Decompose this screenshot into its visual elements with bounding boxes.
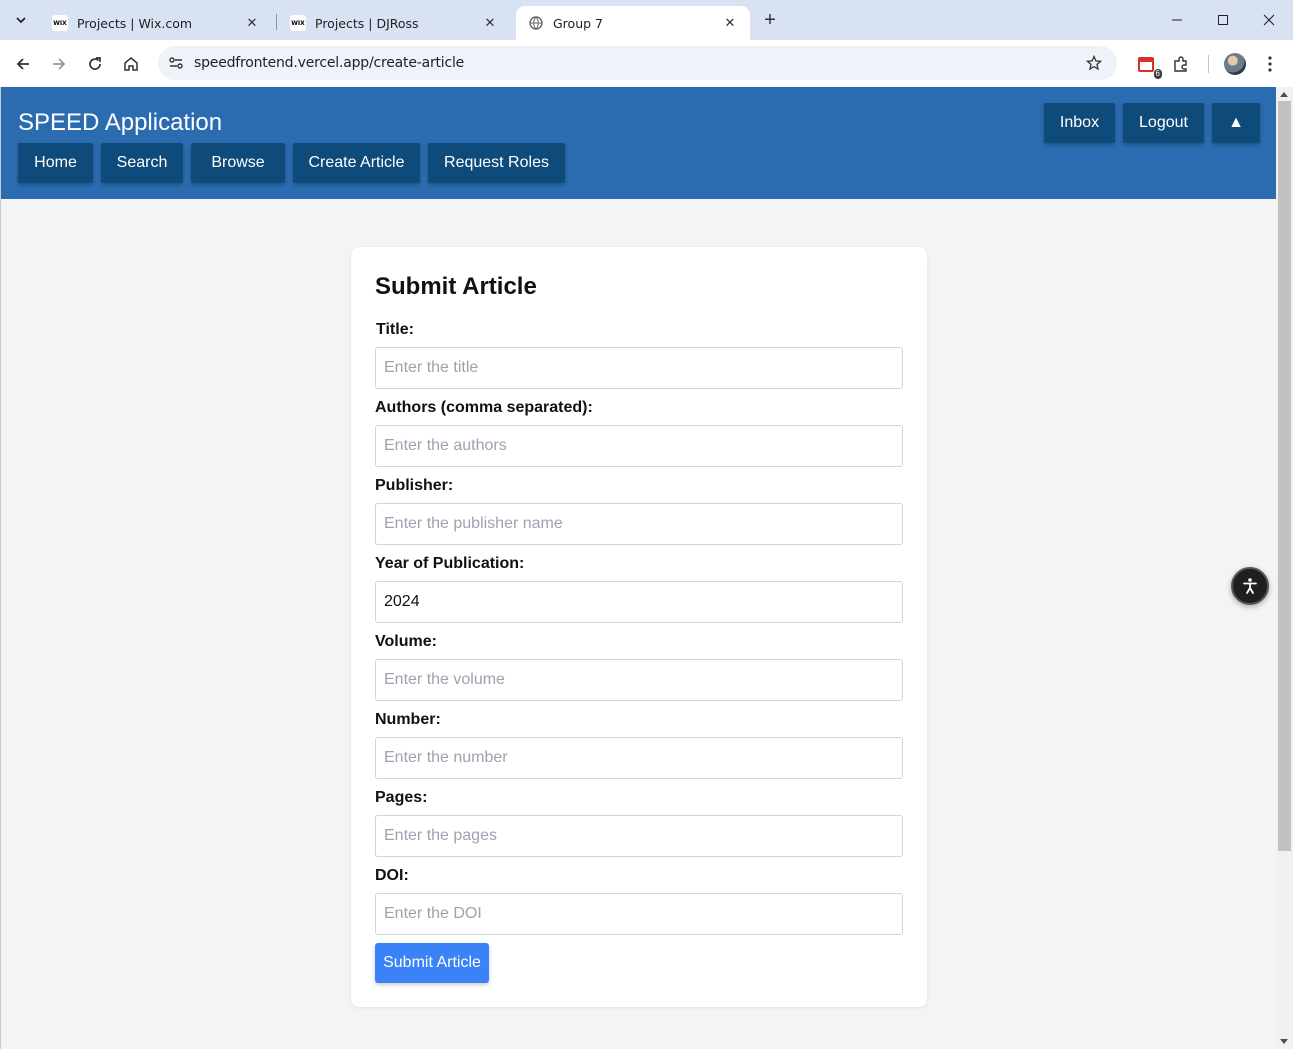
publisher-label: Publisher:: [375, 477, 454, 494]
accessibility-icon: [1243, 578, 1257, 594]
volume-label: Volume:: [375, 633, 437, 650]
chevron-down-icon: [16, 17, 26, 24]
wix-icon: WIX: [290, 15, 306, 31]
scroll-down-arrow-icon[interactable]: [1280, 1039, 1288, 1044]
tab-divider: [276, 14, 277, 30]
close-icon[interactable]: ✕: [244, 15, 260, 31]
title-input[interactable]: [375, 347, 903, 389]
year-label: Year of Publication:: [375, 555, 525, 572]
publisher-input[interactable]: [375, 503, 903, 545]
title-label: Title:: [376, 321, 414, 338]
nav-home[interactable]: Home: [18, 143, 93, 183]
profile-avatar[interactable]: [1224, 53, 1246, 75]
maximize-button[interactable]: [1200, 0, 1246, 40]
arrow-right-icon: [53, 58, 66, 70]
doi-label: DOI:: [375, 867, 409, 884]
extension-badge: 6: [1153, 69, 1162, 79]
browser-toolbar: speedfrontend.vercel.app/create-article …: [0, 40, 1293, 87]
reload-icon: [89, 57, 101, 70]
minimize-icon: [1172, 19, 1182, 21]
home-icon: [124, 57, 138, 71]
site-info-icon[interactable]: [164, 51, 188, 75]
new-tab-button[interactable]: +: [758, 8, 782, 32]
accessibility-button[interactable]: [1231, 567, 1269, 605]
address-bar[interactable]: speedfrontend.vercel.app/create-article: [158, 46, 1117, 80]
tab-djross-projects[interactable]: WIX Projects | DJRoss ✕: [278, 6, 510, 40]
calendar-extension-icon[interactable]: 6: [1134, 52, 1162, 79]
home-button[interactable]: [118, 51, 144, 77]
globe-icon: [528, 15, 544, 31]
doi-input[interactable]: [375, 893, 903, 935]
tab-strip: WIX Projects | Wix.com ✕ WIX Projects | …: [0, 0, 1293, 40]
close-icon[interactable]: ✕: [722, 15, 738, 31]
toolbar-divider: [1208, 55, 1209, 73]
close-icon: [1263, 14, 1275, 26]
nav-request-roles[interactable]: Request Roles: [428, 143, 565, 183]
pages-input[interactable]: [375, 815, 903, 857]
reload-button[interactable]: [82, 51, 108, 77]
forward-button[interactable]: [46, 51, 72, 77]
app-header: SPEED Application Home Search Browse Cre…: [1, 87, 1276, 199]
year-input[interactable]: [375, 581, 903, 623]
nav-browse[interactable]: Browse: [191, 143, 285, 183]
inbox-button[interactable]: Inbox: [1044, 103, 1115, 143]
tab-label: Projects | Wix.com: [77, 15, 193, 31]
close-window-button[interactable]: [1246, 0, 1292, 40]
submit-article-form: Submit Article Title: Authors (comma sep…: [351, 247, 927, 1007]
minimize-button[interactable]: [1154, 0, 1200, 40]
back-button[interactable]: [10, 51, 36, 77]
arrow-left-icon: [16, 58, 29, 70]
scroll-up-arrow-icon[interactable]: [1280, 92, 1288, 97]
tab-label: Group 7: [553, 15, 603, 31]
volume-input[interactable]: [375, 659, 903, 701]
extensions-puzzle-icon[interactable]: [1169, 52, 1193, 76]
url-text: speedfrontend.vercel.app/create-article: [194, 55, 465, 71]
nav-create-article[interactable]: Create Article: [293, 143, 420, 183]
close-icon[interactable]: ✕: [482, 15, 498, 31]
bookmark-star-icon[interactable]: [1083, 52, 1105, 74]
form-heading: Submit Article: [375, 273, 537, 300]
maximize-icon: [1218, 15, 1228, 25]
authors-input[interactable]: [375, 425, 903, 467]
number-label: Number:: [375, 711, 441, 728]
nav-search[interactable]: Search: [101, 143, 183, 183]
number-input[interactable]: [375, 737, 903, 779]
page-scrollbar[interactable]: [1276, 87, 1293, 1049]
authors-label: Authors (comma separated):: [375, 399, 593, 416]
logout-button[interactable]: Logout: [1123, 103, 1204, 143]
wix-icon: WIX: [52, 15, 68, 31]
tab-wix-projects[interactable]: WIX Projects | Wix.com ✕: [40, 6, 272, 40]
tab-search-button[interactable]: [8, 8, 34, 32]
collapse-header-button[interactable]: ▲: [1212, 103, 1260, 143]
page-viewport: SPEED Application Home Search Browse Cre…: [0, 87, 1276, 1049]
app-title: SPEED Application: [18, 109, 223, 136]
scrollbar-thumb[interactable]: [1278, 101, 1291, 851]
tab-group-7[interactable]: Group 7 ✕: [516, 6, 750, 40]
browser-menu-icon[interactable]: [1258, 52, 1282, 76]
submit-article-button[interactable]: Submit Article: [375, 943, 489, 983]
pages-label: Pages:: [375, 789, 428, 806]
main-nav: Home Search Browse Create Article Reques…: [18, 143, 565, 183]
tab-label: Projects | DJRoss: [315, 15, 419, 31]
